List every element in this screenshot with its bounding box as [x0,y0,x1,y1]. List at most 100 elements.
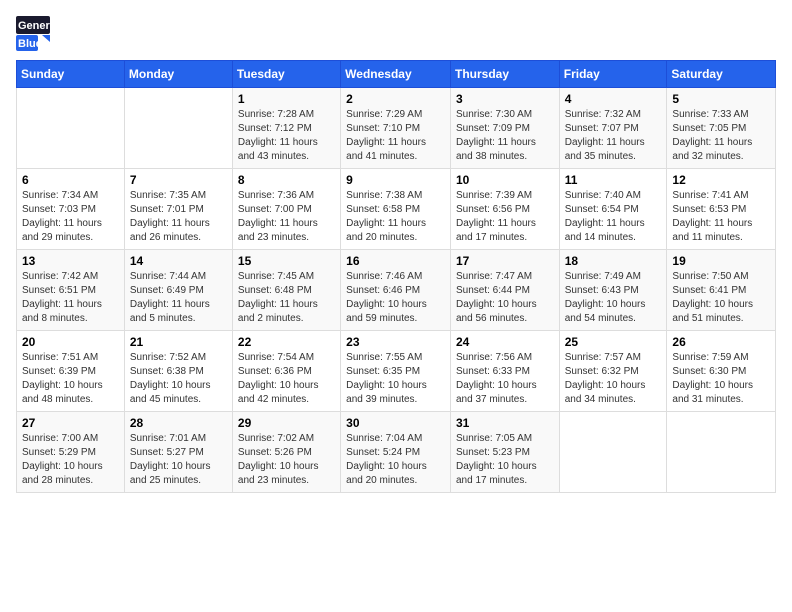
daylight-text: Daylight: 10 hours and 39 minutes. [346,380,427,405]
calendar-cell: 6 Sunrise: 7:34 AM Sunset: 7:03 PM Dayli… [17,169,125,250]
sunrise-text: Sunrise: 7:55 AM [346,352,422,363]
day-info: Sunrise: 7:42 AM Sunset: 6:51 PM Dayligh… [22,270,119,326]
sunrise-text: Sunrise: 7:38 AM [346,190,422,201]
daylight-text: Daylight: 11 hours and 35 minutes. [565,137,645,162]
calendar-week-row: 13 Sunrise: 7:42 AM Sunset: 6:51 PM Dayl… [17,250,776,331]
sunset-text: Sunset: 7:00 PM [238,204,312,215]
sunset-text: Sunset: 5:27 PM [130,447,204,458]
day-info: Sunrise: 7:39 AM Sunset: 6:56 PM Dayligh… [456,189,554,245]
calendar-cell: 1 Sunrise: 7:28 AM Sunset: 7:12 PM Dayli… [232,88,340,169]
weekday-header: Sunday [17,61,125,88]
calendar-cell [559,412,667,493]
day-number: 17 [456,254,554,268]
sunset-text: Sunset: 6:35 PM [346,366,420,377]
sunset-text: Sunset: 7:12 PM [238,123,312,134]
calendar-cell: 31 Sunrise: 7:05 AM Sunset: 5:23 PM Dayl… [450,412,559,493]
calendar-cell: 14 Sunrise: 7:44 AM Sunset: 6:49 PM Dayl… [124,250,232,331]
day-info: Sunrise: 7:01 AM Sunset: 5:27 PM Dayligh… [130,432,227,488]
day-info: Sunrise: 7:52 AM Sunset: 6:38 PM Dayligh… [130,351,227,407]
sunrise-text: Sunrise: 7:34 AM [22,190,98,201]
svg-text:General: General [18,20,59,32]
sunrise-text: Sunrise: 7:59 AM [672,352,748,363]
calendar-cell: 4 Sunrise: 7:32 AM Sunset: 7:07 PM Dayli… [559,88,667,169]
day-info: Sunrise: 7:05 AM Sunset: 5:23 PM Dayligh… [456,432,554,488]
sunrise-text: Sunrise: 7:46 AM [346,271,422,282]
day-info: Sunrise: 7:59 AM Sunset: 6:30 PM Dayligh… [672,351,770,407]
day-number: 11 [565,173,662,187]
day-number: 6 [22,173,119,187]
day-number: 27 [22,416,119,430]
sunset-text: Sunset: 7:03 PM [22,204,96,215]
daylight-text: Daylight: 10 hours and 31 minutes. [672,380,753,405]
day-number: 29 [238,416,335,430]
sunset-text: Sunset: 6:39 PM [22,366,96,377]
daylight-text: Daylight: 11 hours and 32 minutes. [672,137,752,162]
day-info: Sunrise: 7:49 AM Sunset: 6:43 PM Dayligh… [565,270,662,326]
day-info: Sunrise: 7:55 AM Sunset: 6:35 PM Dayligh… [346,351,445,407]
day-number: 24 [456,335,554,349]
day-info: Sunrise: 7:56 AM Sunset: 6:33 PM Dayligh… [456,351,554,407]
day-number: 30 [346,416,445,430]
calendar-cell: 30 Sunrise: 7:04 AM Sunset: 5:24 PM Dayl… [341,412,451,493]
day-info: Sunrise: 7:35 AM Sunset: 7:01 PM Dayligh… [130,189,227,245]
daylight-text: Daylight: 10 hours and 25 minutes. [130,461,211,486]
day-number: 2 [346,92,445,106]
daylight-text: Daylight: 11 hours and 43 minutes. [238,137,318,162]
daylight-text: Daylight: 10 hours and 20 minutes. [346,461,427,486]
sunset-text: Sunset: 6:44 PM [456,285,530,296]
day-info: Sunrise: 7:32 AM Sunset: 7:07 PM Dayligh… [565,108,662,164]
sunrise-text: Sunrise: 7:40 AM [565,190,641,201]
daylight-text: Daylight: 11 hours and 26 minutes. [130,218,210,243]
sunrise-text: Sunrise: 7:45 AM [238,271,314,282]
sunrise-text: Sunrise: 7:29 AM [346,109,422,120]
calendar-cell: 9 Sunrise: 7:38 AM Sunset: 6:58 PM Dayli… [341,169,451,250]
calendar-cell: 8 Sunrise: 7:36 AM Sunset: 7:00 PM Dayli… [232,169,340,250]
day-number: 15 [238,254,335,268]
day-number: 1 [238,92,335,106]
daylight-text: Daylight: 10 hours and 56 minutes. [456,299,537,324]
calendar-cell: 29 Sunrise: 7:02 AM Sunset: 5:26 PM Dayl… [232,412,340,493]
weekday-header: Monday [124,61,232,88]
sunset-text: Sunset: 6:43 PM [565,285,639,296]
sunrise-text: Sunrise: 7:44 AM [130,271,206,282]
daylight-text: Daylight: 10 hours and 51 minutes. [672,299,753,324]
day-info: Sunrise: 7:44 AM Sunset: 6:49 PM Dayligh… [130,270,227,326]
sunset-text: Sunset: 7:09 PM [456,123,530,134]
sunrise-text: Sunrise: 7:57 AM [565,352,641,363]
daylight-text: Daylight: 10 hours and 45 minutes. [130,380,211,405]
daylight-text: Daylight: 10 hours and 59 minutes. [346,299,427,324]
calendar-cell [124,88,232,169]
day-number: 4 [565,92,662,106]
sunrise-text: Sunrise: 7:49 AM [565,271,641,282]
daylight-text: Daylight: 10 hours and 28 minutes. [22,461,103,486]
day-info: Sunrise: 7:46 AM Sunset: 6:46 PM Dayligh… [346,270,445,326]
sunset-text: Sunset: 6:58 PM [346,204,420,215]
daylight-text: Daylight: 10 hours and 34 minutes. [565,380,646,405]
sunset-text: Sunset: 6:33 PM [456,366,530,377]
day-number: 21 [130,335,227,349]
day-info: Sunrise: 7:45 AM Sunset: 6:48 PM Dayligh… [238,270,335,326]
day-number: 14 [130,254,227,268]
calendar-week-row: 20 Sunrise: 7:51 AM Sunset: 6:39 PM Dayl… [17,331,776,412]
calendar-cell: 20 Sunrise: 7:51 AM Sunset: 6:39 PM Dayl… [17,331,125,412]
sunset-text: Sunset: 6:48 PM [238,285,312,296]
day-info: Sunrise: 7:51 AM Sunset: 6:39 PM Dayligh… [22,351,119,407]
calendar-cell: 21 Sunrise: 7:52 AM Sunset: 6:38 PM Dayl… [124,331,232,412]
sunrise-text: Sunrise: 7:41 AM [672,190,748,201]
sunset-text: Sunset: 6:46 PM [346,285,420,296]
day-number: 18 [565,254,662,268]
day-number: 8 [238,173,335,187]
day-number: 25 [565,335,662,349]
calendar-week-row: 6 Sunrise: 7:34 AM Sunset: 7:03 PM Dayli… [17,169,776,250]
sunset-text: Sunset: 7:10 PM [346,123,420,134]
calendar-week-row: 1 Sunrise: 7:28 AM Sunset: 7:12 PM Dayli… [17,88,776,169]
day-info: Sunrise: 7:47 AM Sunset: 6:44 PM Dayligh… [456,270,554,326]
sunrise-text: Sunrise: 7:04 AM [346,433,422,444]
day-number: 22 [238,335,335,349]
day-number: 10 [456,173,554,187]
daylight-text: Daylight: 11 hours and 20 minutes. [346,218,426,243]
daylight-text: Daylight: 11 hours and 41 minutes. [346,137,426,162]
weekday-header-row: SundayMondayTuesdayWednesdayThursdayFrid… [17,61,776,88]
calendar-cell: 16 Sunrise: 7:46 AM Sunset: 6:46 PM Dayl… [341,250,451,331]
daylight-text: Daylight: 11 hours and 11 minutes. [672,218,752,243]
